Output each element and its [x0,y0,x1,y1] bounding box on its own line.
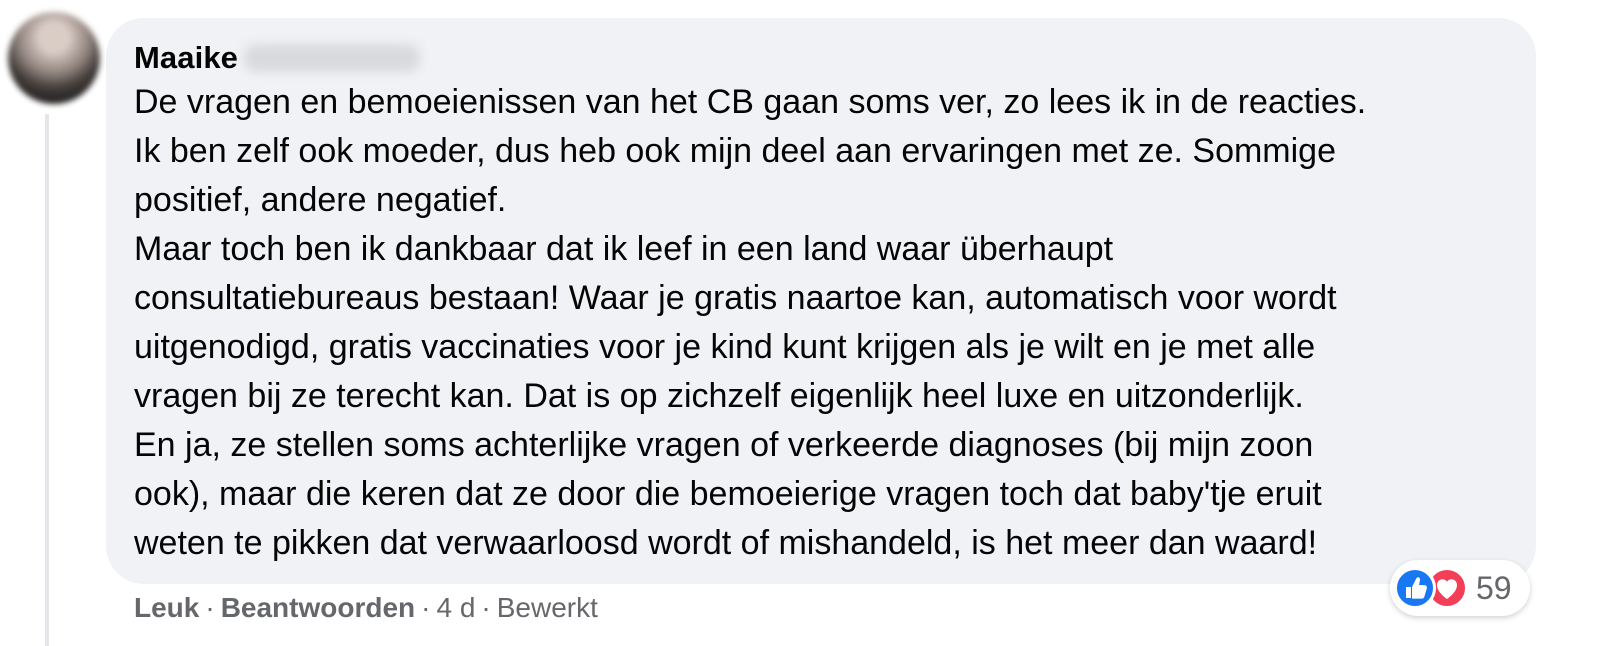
comment-line: Maar toch ben ik dankbaar dat ik leef in… [134,230,1114,268]
comment-actions: Leuk · Beantwoorden · 4 d · Bewerkt [134,590,598,626]
blurred-surname [244,44,420,72]
separator: · [421,592,431,623]
comment-line: En ja, ze stellen soms achterlijke vrage… [134,426,1314,464]
like-icon [1394,567,1436,609]
comment-line: positief, andere negatief. [134,181,507,219]
reply-button[interactable]: Beantwoorden [221,592,415,623]
comment-line: consultatiebureaus bestaan! Waar je grat… [134,279,1337,317]
comment-line: uitgenodigd, gratis vaccinaties voor je … [134,328,1316,366]
separator: · [481,592,491,623]
edited-label[interactable]: Bewerkt [497,592,598,623]
comment-age[interactable]: 4 d [436,592,475,623]
comment-line: vragen bij ze terecht kan. Dat is op zic… [134,377,1304,415]
author-name[interactable]: Maaike [134,40,238,76]
separator: · [205,592,215,623]
comment-author[interactable]: Maaike [134,40,420,76]
like-button[interactable]: Leuk [134,592,199,623]
comment-line: De vragen en bemoeienissen van het CB ga… [134,83,1367,121]
comment-line: ook), maar die keren dat ze door die bem… [134,475,1322,513]
comment-line: Ik ben zelf ook moeder, dus heb ook mijn… [134,132,1337,170]
reaction-count: 59 [1476,570,1512,606]
reply-thread-line [45,114,49,646]
comment-text: De vragen en bemoeienissen van het CB ga… [134,78,1514,568]
reaction-summary[interactable]: 59 [1390,560,1530,616]
comment-line: weten te pikken dat verwaarloosd wordt o… [134,524,1318,562]
avatar[interactable] [8,12,100,104]
